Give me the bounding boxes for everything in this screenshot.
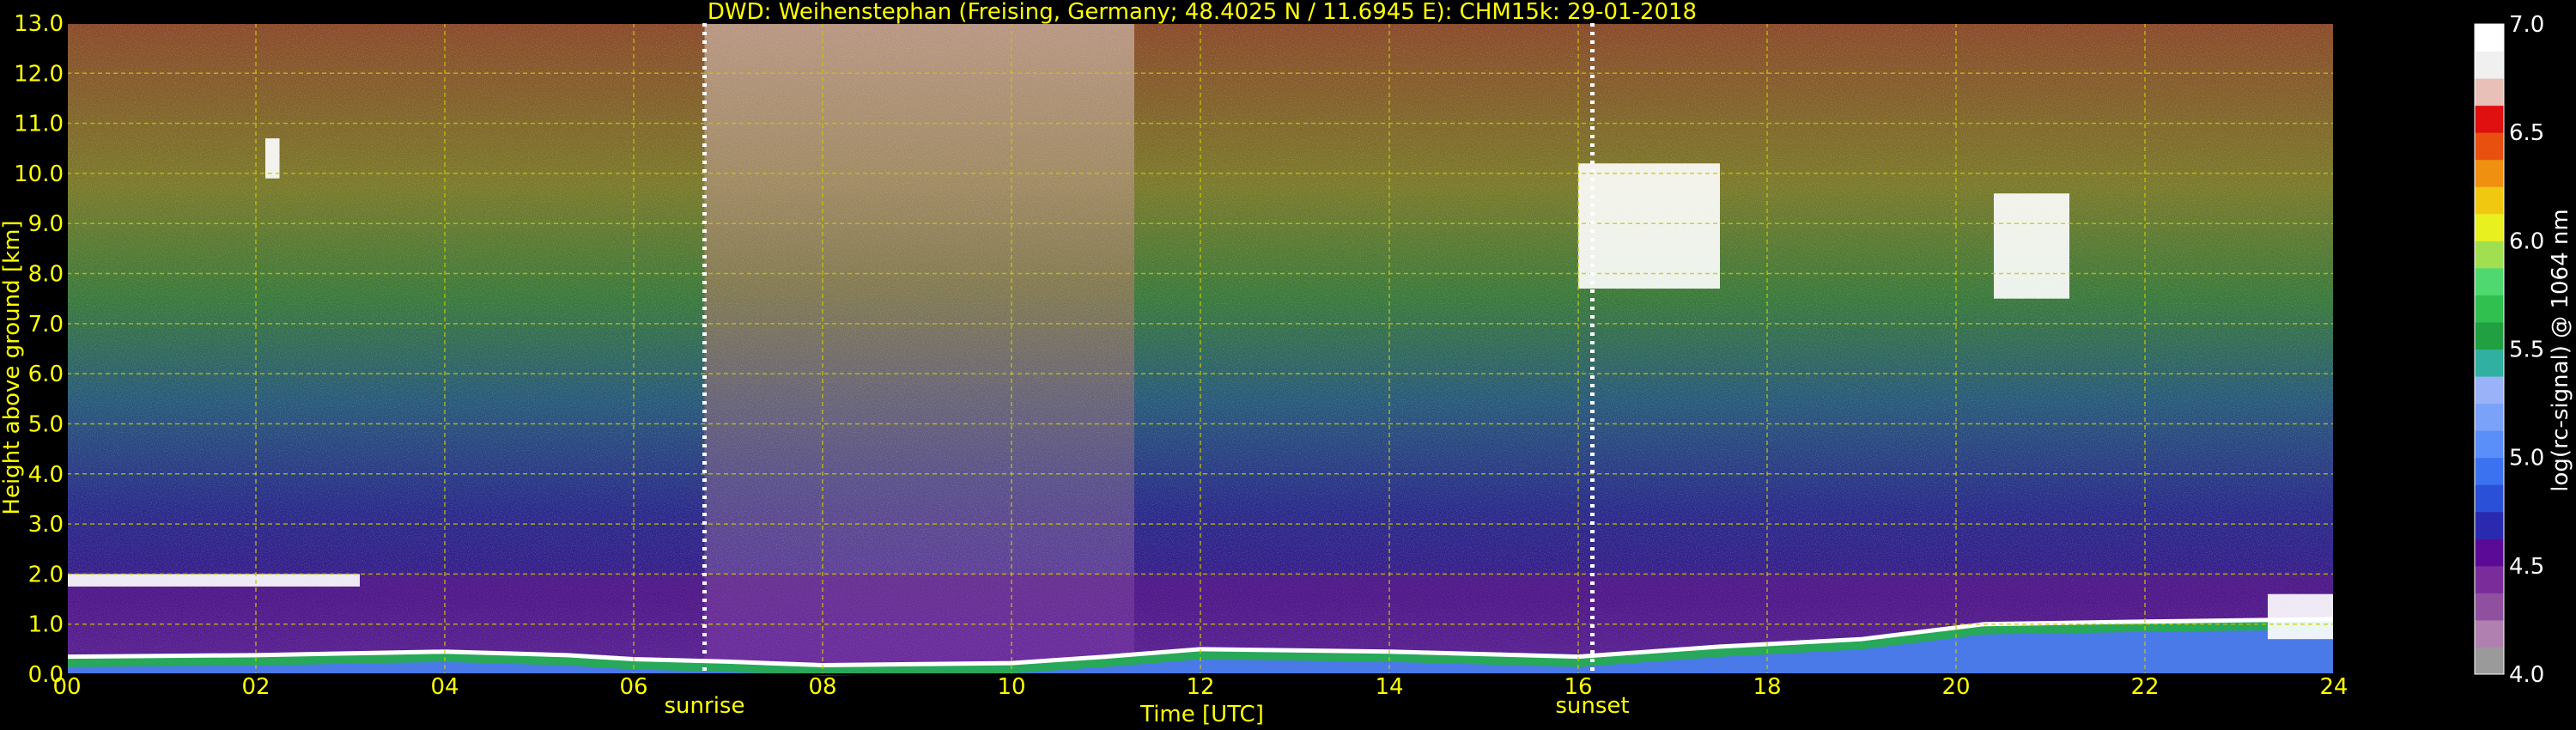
x-tick-label: 02 xyxy=(241,674,270,700)
cloud-layer-edge xyxy=(265,138,280,179)
colorbar-tick-label: 6.0 xyxy=(2509,228,2544,254)
x-tick-label: 22 xyxy=(2130,674,2159,700)
colorbar-segment xyxy=(2475,511,2504,539)
x-tick-label: 06 xyxy=(619,674,647,700)
colorbar-segment xyxy=(2475,24,2504,52)
x-tick-label: 14 xyxy=(1375,674,1403,700)
colorbar-tick-label: 5.5 xyxy=(2509,338,2544,363)
colorbar-tick-label: 6.5 xyxy=(2509,120,2544,146)
x-tick-label: 08 xyxy=(808,674,836,700)
colorbar-segment xyxy=(2475,619,2504,648)
colorbar-segment xyxy=(2475,78,2504,106)
colorbar-segment xyxy=(2475,593,2504,621)
colorbar-segment xyxy=(2475,430,2504,459)
cloud-layer-edge xyxy=(1578,163,1720,289)
colorbar-segment xyxy=(2475,105,2504,133)
colorbar-tick-label: 4.0 xyxy=(2509,662,2544,688)
colorbar-segment xyxy=(2475,403,2504,431)
colorbar-segment xyxy=(2475,457,2504,485)
plot-area xyxy=(66,22,2335,676)
colorbar-label: log(rc-signal) @ 1064 nm xyxy=(2548,209,2573,491)
y-tick-label: 4.0 xyxy=(28,462,64,488)
colorbar: 4.0 4.5 5.0 5.5 6.0 6.5 7.0 xyxy=(2474,12,2544,688)
y-tick-label: 2.0 xyxy=(28,562,64,587)
colorbar-segment xyxy=(2475,565,2504,593)
cloud-layer-edge xyxy=(67,574,360,587)
event-label: sunset xyxy=(1555,693,1629,719)
x-tick-label: 10 xyxy=(997,674,1025,700)
x-tick-label: 20 xyxy=(1941,674,1970,700)
y-tick-label: 10.0 xyxy=(14,161,64,187)
colorbar-segment xyxy=(2475,321,2504,350)
y-tick-label: 9.0 xyxy=(28,211,64,237)
y-tick-label: 1.0 xyxy=(28,612,64,638)
y-tick-label: 11.0 xyxy=(14,112,64,137)
colorbar-tick-label: 4.5 xyxy=(2509,554,2544,580)
x-tick-label: 18 xyxy=(1753,674,1781,700)
colorbar-segment xyxy=(2475,267,2504,295)
colorbar-tick-label: 5.0 xyxy=(2509,446,2544,471)
y-tick-label: 0.0 xyxy=(28,662,64,688)
colorbar-segment xyxy=(2475,51,2504,79)
y-tick-label: 6.0 xyxy=(28,362,64,387)
colorbar-segment xyxy=(2475,186,2504,215)
colorbar-segment xyxy=(2475,484,2504,513)
y-tick-label: 7.0 xyxy=(28,312,64,338)
cloud-layer-edge xyxy=(1994,193,2069,299)
y-tick-label: 8.0 xyxy=(28,262,64,288)
colorbar-segment xyxy=(2475,213,2504,241)
colorbar-segment xyxy=(2475,295,2504,323)
y-axis-label: Height above ground [km] xyxy=(0,220,25,514)
cloud-layer-edge xyxy=(2268,593,2334,640)
x-axis-label: Time [UTC] xyxy=(1139,702,1264,727)
y-tick-label: 3.0 xyxy=(28,512,64,538)
colorbar-segment xyxy=(2475,240,2504,269)
x-axis-ticks: 00 02 04 06 08 10 12 14 16 18 20 22 24 xyxy=(52,674,2348,700)
colorbar-segment xyxy=(2475,647,2504,675)
colorbar-segment xyxy=(2475,159,2504,187)
colorbar-tick-label: 7.0 xyxy=(2509,12,2544,38)
y-tick-label: 5.0 xyxy=(28,411,64,437)
colorbar-segment xyxy=(2475,538,2504,567)
x-tick-label: 12 xyxy=(1186,674,1214,700)
y-tick-label: 13.0 xyxy=(14,11,64,37)
y-tick-label: 12.0 xyxy=(14,61,64,87)
event-label: sunrise xyxy=(665,693,745,719)
colorbar-segment xyxy=(2475,132,2504,161)
colorbar-segment xyxy=(2475,349,2504,377)
x-tick-label: 04 xyxy=(430,674,459,700)
ceilometer-chart: DWD: Weihenstephan (Freising, Germany; 4… xyxy=(0,0,2573,727)
colorbar-segment xyxy=(2475,376,2504,405)
chart-title: DWD: Weihenstephan (Freising, Germany; 4… xyxy=(708,0,1697,25)
x-tick-label: 24 xyxy=(2319,674,2348,700)
